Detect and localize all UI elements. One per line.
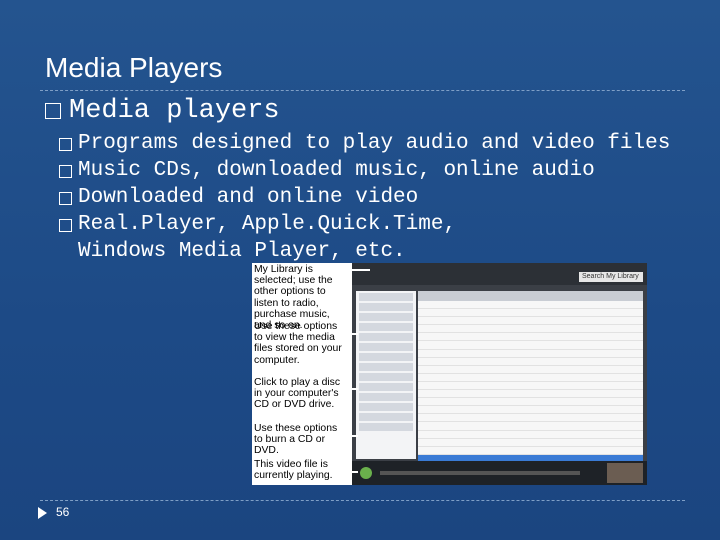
player-toolbar: Search My Library — [352, 263, 647, 285]
nav-item[interactable] — [359, 293, 413, 301]
bullet-box-icon — [59, 192, 72, 205]
nav-item[interactable] — [359, 353, 413, 361]
slide: Media Players Media players Programs des… — [0, 0, 720, 540]
list-item[interactable] — [418, 382, 643, 391]
list-item[interactable] — [418, 341, 643, 350]
seek-bar[interactable] — [380, 471, 580, 475]
page-number: 56 — [56, 505, 70, 519]
list-item[interactable] — [418, 366, 643, 374]
nav-item[interactable] — [359, 303, 413, 311]
nav-item[interactable] — [359, 333, 413, 341]
list-item[interactable] — [418, 325, 643, 334]
nav-item[interactable] — [359, 403, 413, 411]
sub-bullet-text: Real.Player, Apple.Quick.Time, Windows M… — [78, 213, 457, 263]
sub-bullet: Downloaded and online video — [59, 184, 670, 211]
nav-item[interactable] — [359, 313, 413, 321]
list-item[interactable] — [418, 358, 643, 366]
player-window: Search My Library — [352, 263, 647, 485]
bullet-text: Media players — [69, 96, 280, 126]
list-item[interactable] — [418, 350, 643, 358]
media-player-screenshot: My Library is selected; use the other op… — [252, 263, 647, 485]
list-item[interactable] — [418, 422, 643, 431]
sub-bullet-text: Downloaded and online video — [78, 186, 419, 209]
sub-bullet-text: Programs designed to play audio and vide… — [78, 132, 671, 155]
list-item[interactable] — [418, 439, 643, 447]
list-item[interactable] — [418, 309, 643, 318]
list-header — [418, 291, 643, 301]
sub-bullet: Programs designed to play audio and vide… — [59, 130, 670, 157]
callout-burn: Use these options to burn a CD or DVD. — [254, 423, 338, 457]
arrow-icon — [344, 471, 358, 473]
list-item[interactable] — [418, 398, 643, 407]
footer-divider — [40, 500, 685, 501]
bullet-level1: Media players — [45, 96, 670, 126]
nav-item[interactable] — [359, 393, 413, 401]
arrow-icon — [344, 333, 358, 335]
nav-item[interactable] — [359, 343, 413, 351]
callout-play-disc: Click to play a disc in your computer's … — [254, 377, 341, 411]
bullet-box-icon — [45, 103, 61, 119]
list-item[interactable] — [418, 374, 643, 382]
play-icon[interactable] — [360, 467, 372, 479]
callout-video: This video file is currently playing. — [254, 459, 333, 482]
callout-view-files: Use these options to view the media file… — [254, 321, 342, 366]
list-item[interactable] — [418, 406, 643, 415]
arrow-icon — [344, 435, 358, 437]
list-item[interactable] — [418, 390, 643, 399]
video-thumbnail — [607, 463, 643, 483]
playback-controls — [352, 461, 647, 485]
list-item[interactable] — [418, 301, 643, 310]
sub-bullet: Real.Player, Apple.Quick.Time, Windows M… — [59, 211, 670, 265]
media-file-list — [418, 291, 643, 463]
list-item[interactable] — [418, 431, 643, 439]
sub-bullet: Music CDs, downloaded music, online audi… — [59, 157, 670, 184]
bullet-box-icon — [59, 165, 72, 178]
list-item[interactable] — [418, 447, 643, 455]
play-arrow-icon — [38, 507, 47, 519]
nav-item[interactable] — [359, 423, 413, 431]
bullet-box-icon — [59, 219, 72, 232]
callout-column: My Library is selected; use the other op… — [252, 263, 352, 485]
list-item[interactable] — [418, 414, 643, 423]
nav-item[interactable] — [359, 383, 413, 391]
list-item[interactable] — [418, 317, 643, 326]
nav-item[interactable] — [359, 413, 413, 421]
nav-item[interactable] — [359, 363, 413, 371]
library-nav-pane — [356, 291, 416, 459]
bullet-box-icon — [59, 138, 72, 151]
arrow-icon — [344, 388, 358, 390]
title-divider — [40, 90, 685, 91]
nav-item[interactable] — [359, 323, 413, 331]
slide-title: Media Players — [45, 52, 223, 83]
library-search-input[interactable]: Search My Library — [579, 272, 643, 282]
bullet-list: Media players Programs designed to play … — [45, 96, 670, 265]
nav-item[interactable] — [359, 373, 413, 381]
sub-bullet-text: Music CDs, downloaded music, online audi… — [78, 159, 595, 182]
list-item[interactable] — [418, 333, 643, 342]
arrow-icon — [344, 269, 370, 271]
